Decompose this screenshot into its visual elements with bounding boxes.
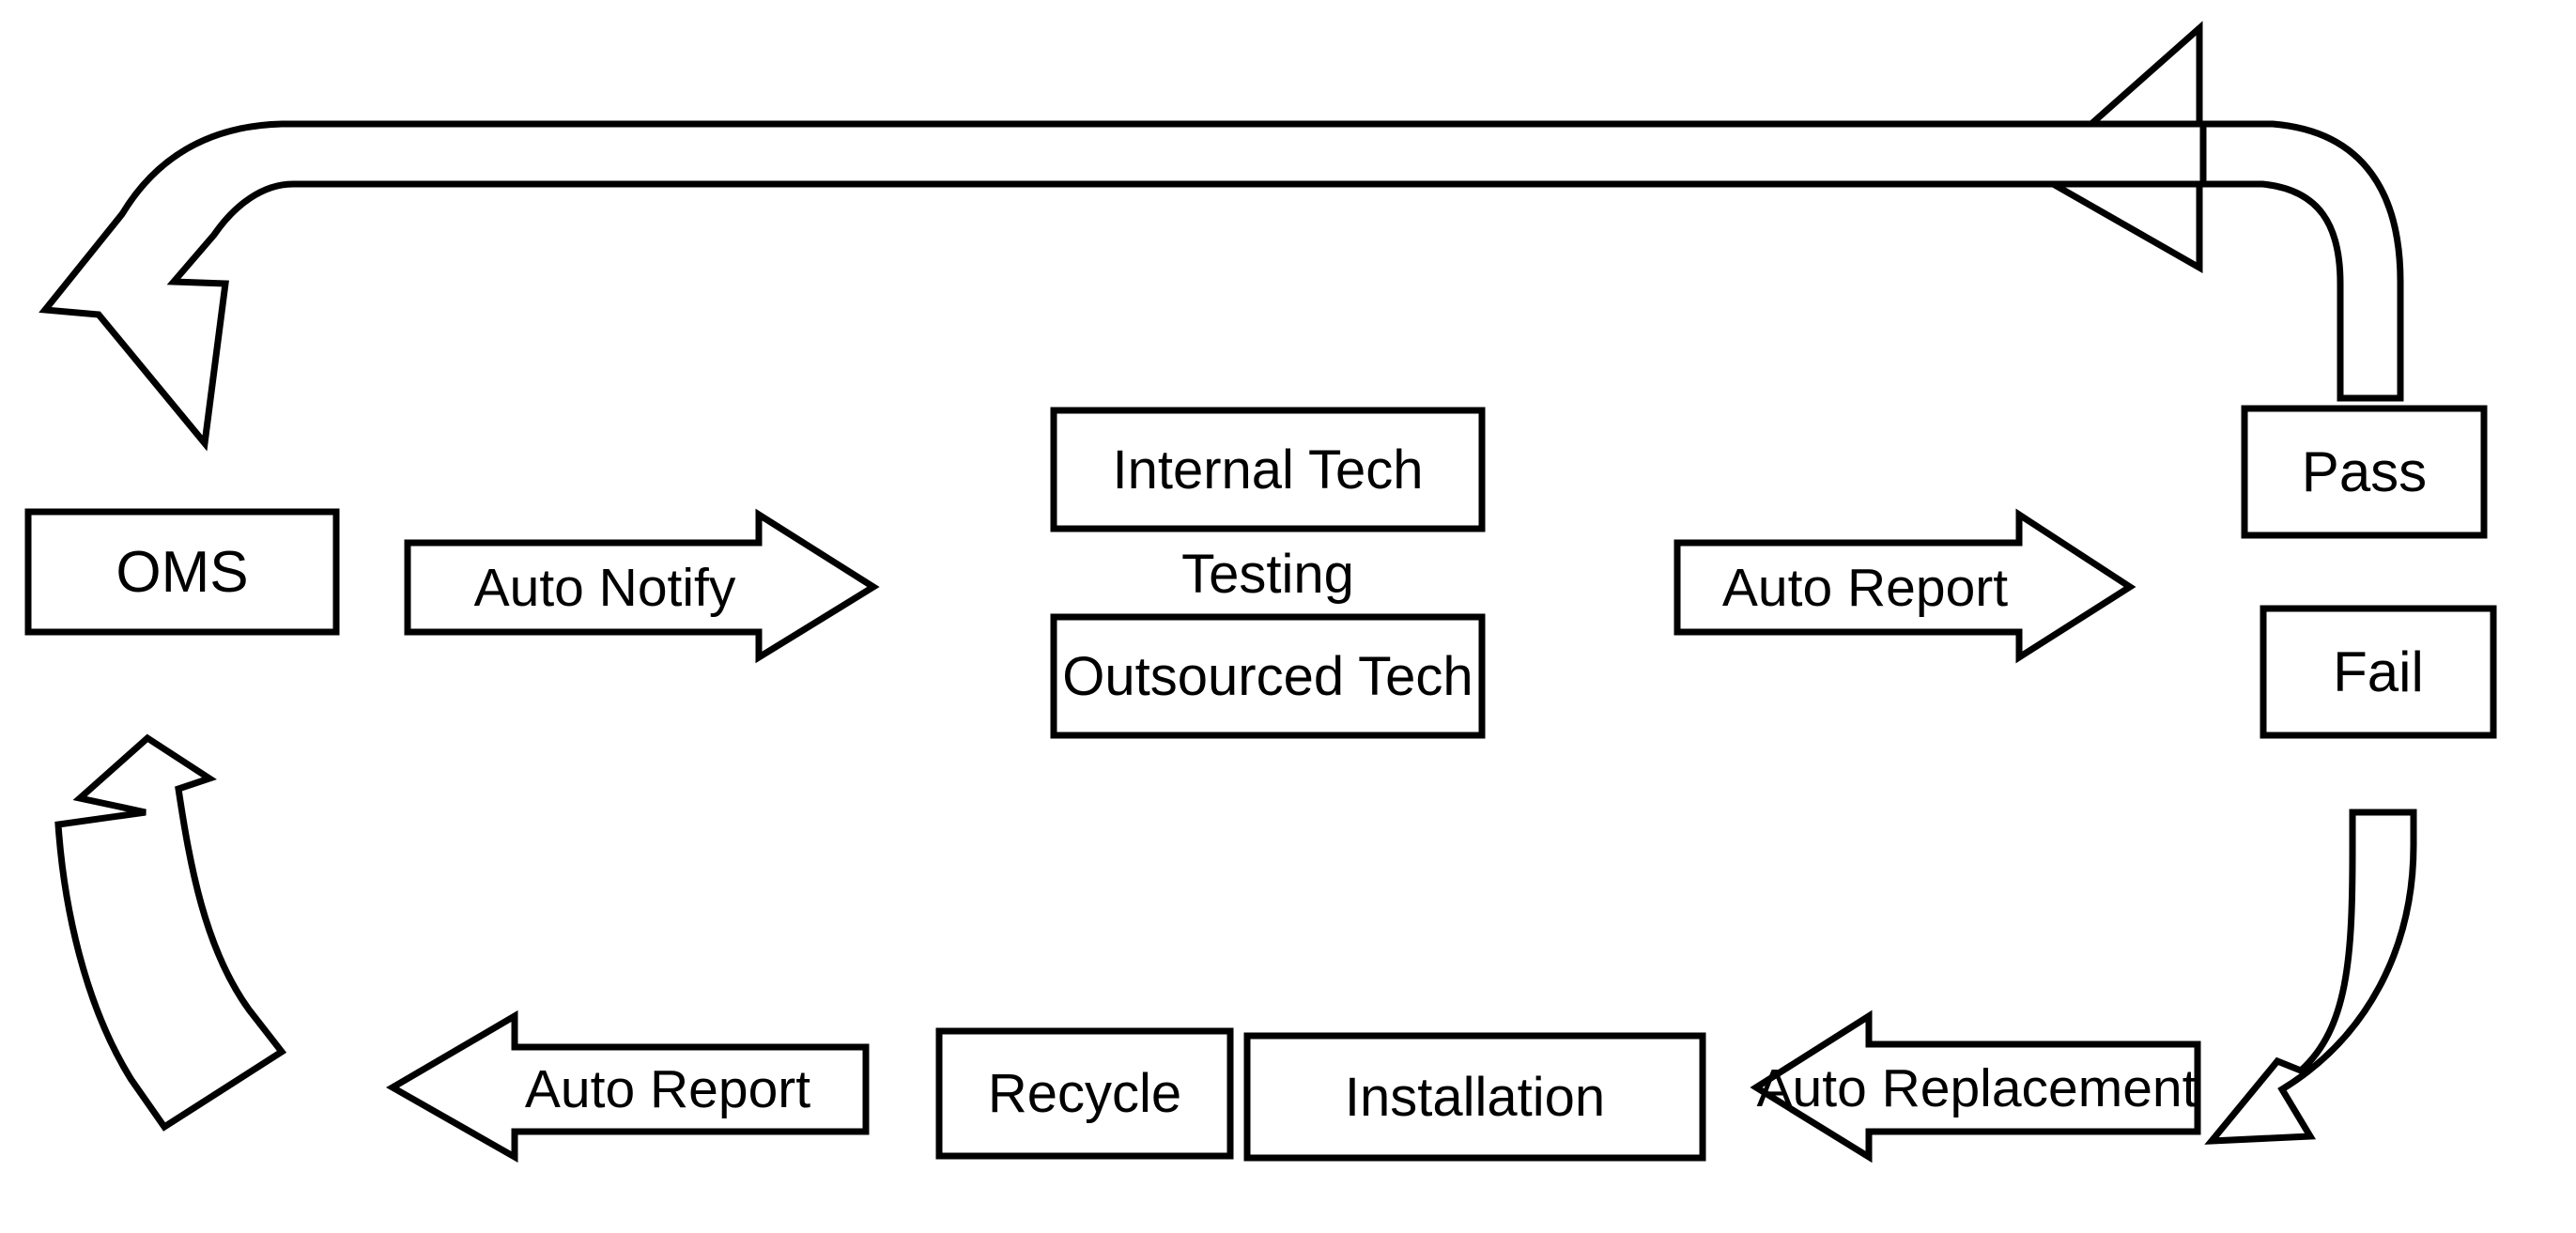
fail-label: Fail <box>2333 640 2424 703</box>
internal-tech-label-wrap: Internal Tech <box>1054 410 1482 529</box>
auto-report-top-label-wrap: Auto Report <box>1677 543 2053 632</box>
auto-replacement-label: Auto Replacement <box>1756 1057 2198 1118</box>
installation-label-wrap: Installation <box>1247 1036 1703 1158</box>
pass-label: Pass <box>2301 440 2428 503</box>
recycle-label-wrap: Recycle <box>939 1031 1230 1156</box>
fail-label-wrap: Fail <box>2263 609 2493 735</box>
testing-label-wrap: Testing <box>1054 531 1482 617</box>
oms-label-wrap: OMS <box>28 512 336 632</box>
testing-label: Testing <box>1181 543 1354 605</box>
auto-report-bottom-label-wrap: Auto Report <box>470 1047 866 1132</box>
pass-label-wrap: Pass <box>2244 408 2484 535</box>
auto-replacement-label-wrap: Auto Replacement <box>1756 1044 2198 1132</box>
recycle-label: Recycle <box>987 1063 1182 1124</box>
installation-label: Installation <box>1344 1066 1606 1128</box>
outsourced-tech-label: Outsourced Tech <box>1062 645 1473 707</box>
recycle-return-curved-arrow <box>54 733 287 1132</box>
fail-return-curved-arrow <box>2204 809 2417 1145</box>
auto-notify-label: Auto Notify <box>473 557 736 618</box>
auto-report-top-label: Auto Report <box>1721 557 2009 618</box>
pass-return-horizontal-band <box>39 120 2207 452</box>
auto-notify-label-wrap: Auto Notify <box>408 543 802 632</box>
pass-return-curved-arrow <box>2029 21 2404 402</box>
auto-report-bottom-label: Auto Report <box>524 1059 811 1119</box>
flowchart-canvas: OMS Internal Tech Testing Outsourced Tec… <box>0 0 2576 1233</box>
internal-tech-label: Internal Tech <box>1112 439 1424 501</box>
oms-label: OMS <box>116 539 249 605</box>
outsourced-tech-label-wrap: Outsourced Tech <box>1054 617 1482 735</box>
